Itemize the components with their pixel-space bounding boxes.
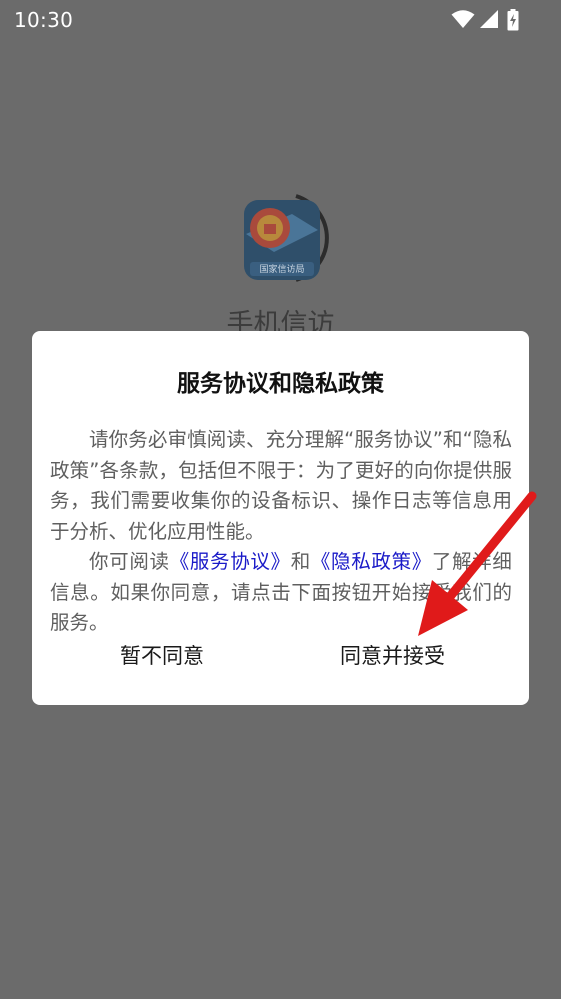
app-screen: 10:30 国家信访局 手机信访 服务协议和隐私政策 请你务必审慎阅读、充分理解… [0, 0, 561, 999]
dialog-title: 服务协议和隐私政策 [177, 371, 384, 397]
emblem-icon: 国家信访局 [244, 194, 329, 282]
status-time: 10:30 [14, 8, 74, 32]
paragraph-2-connector: 和 [290, 550, 311, 573]
agree-button[interactable]: 同意并接受 [334, 636, 451, 676]
disagree-button[interactable]: 暂不同意 [114, 636, 210, 676]
battery-charging-icon [507, 9, 519, 31]
service-agreement-link[interactable]: 《服务协议》 [170, 550, 291, 573]
wifi-icon [451, 10, 475, 28]
app-logo: 国家信访局 [234, 190, 330, 286]
annotation-arrow-icon [418, 491, 537, 636]
dialog-actions: 暂不同意 同意并接受 [32, 636, 529, 676]
paragraph-2-prefix: 你可阅读 [89, 550, 170, 573]
logo-text: 国家信访局 [259, 263, 304, 275]
status-bar: 10:30 [0, 0, 561, 40]
signal-icon [480, 10, 498, 28]
